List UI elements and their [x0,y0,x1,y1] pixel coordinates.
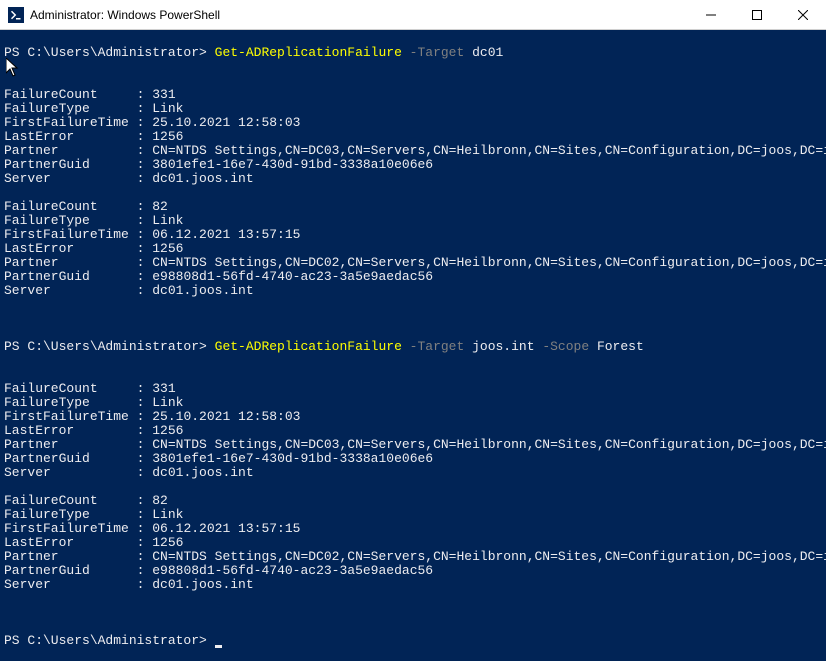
prompt: PS C:\Users\Administrator> [4,339,215,354]
output-value: dc01.joos.int [152,171,253,186]
output-label: FailureCount [4,381,98,396]
output-value: 82 [152,199,168,214]
param-name: -Scope [535,339,597,354]
output-value: Link [152,395,183,410]
output-label: LastError [4,535,74,550]
prompt: PS C:\Users\Administrator> [4,633,215,648]
window-title: Administrator: Windows PowerShell [30,8,688,22]
param-name: -Target [402,339,472,354]
output-value: Link [152,101,183,116]
output-value: Link [152,507,183,522]
output-value: 06.12.2021 13:57:15 [152,521,300,536]
output-label: LastError [4,423,74,438]
output-label: FailureType [4,507,90,522]
output-label: FirstFailureTime [4,409,129,424]
output-value: CN=NTDS Settings,CN=DC02,CN=Servers,CN=H… [152,255,826,270]
output-value: 82 [152,493,168,508]
output-label: FailureCount [4,493,98,508]
cmdlet-name: Get-ADReplicationFailure [215,339,402,354]
output-value: 25.10.2021 12:58:03 [152,409,300,424]
output-label: LastError [4,241,74,256]
prompt: PS C:\Users\Administrator> [4,45,215,60]
output-value: 3801efe1-16e7-430d-91bd-3338a10e06e6 [152,157,433,172]
output-label: Server [4,577,51,592]
output-label: FailureCount [4,199,98,214]
output-value: 3801efe1-16e7-430d-91bd-3338a10e06e6 [152,451,433,466]
param-value: Forest [597,339,644,354]
output-label: Server [4,171,51,186]
cmdlet-name: Get-ADReplicationFailure [215,45,402,60]
output-value: dc01.joos.int [152,577,253,592]
output-value: CN=NTDS Settings,CN=DC03,CN=Servers,CN=H… [152,437,826,452]
output-value: 1256 [152,241,183,256]
output-label: Partner [4,143,59,158]
mouse-cursor-icon [6,58,20,78]
output-label: PartnerGuid [4,157,90,172]
output-label: FirstFailureTime [4,521,129,536]
output-value: dc01.joos.int [152,465,253,480]
minimize-button[interactable] [688,0,734,30]
powershell-icon [8,7,24,23]
output-label: FailureType [4,101,90,116]
output-value: e98808d1-56fd-4740-ac23-3a5e9aedac56 [152,269,433,284]
output-value: CN=NTDS Settings,CN=DC03,CN=Servers,CN=H… [152,143,826,158]
output-value: Link [152,213,183,228]
output-label: FirstFailureTime [4,227,129,242]
output-value: 331 [152,87,175,102]
output-label: PartnerGuid [4,451,90,466]
output-label: Server [4,465,51,480]
output-label: PartnerGuid [4,563,90,578]
close-button[interactable] [780,0,826,30]
output-label: Partner [4,549,59,564]
output-value: 1256 [152,535,183,550]
output-label: Partner [4,255,59,270]
output-value: dc01.joos.int [152,283,253,298]
output-value: 25.10.2021 12:58:03 [152,115,300,130]
window-titlebar: Administrator: Windows PowerShell [0,0,826,30]
maximize-button[interactable] [734,0,780,30]
param-value: joos.int [472,339,534,354]
output-value: 06.12.2021 13:57:15 [152,227,300,242]
output-label: FailureType [4,213,90,228]
output-value: 331 [152,381,175,396]
output-value: CN=NTDS Settings,CN=DC02,CN=Servers,CN=H… [152,549,826,564]
output-label: Partner [4,437,59,452]
output-label: Server [4,283,51,298]
output-label: FailureCount [4,87,98,102]
param-value: dc01 [472,45,503,60]
output-value: 1256 [152,129,183,144]
output-label: LastError [4,129,74,144]
output-value: 1256 [152,423,183,438]
text-cursor [215,645,222,648]
output-label: PartnerGuid [4,269,90,284]
terminal-area[interactable]: PS C:\Users\Administrator> Get-ADReplica… [0,30,826,661]
output-label: FirstFailureTime [4,115,129,130]
window-controls [688,0,826,30]
output-label: FailureType [4,395,90,410]
output-value: e98808d1-56fd-4740-ac23-3a5e9aedac56 [152,563,433,578]
param-name: -Target [402,45,472,60]
